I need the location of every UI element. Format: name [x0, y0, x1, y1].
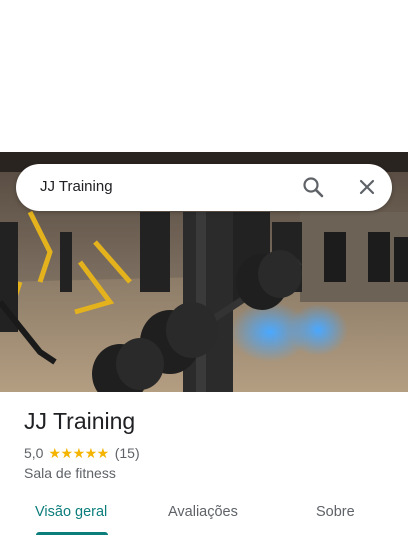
tab-reviews[interactable]: Avaliações	[168, 504, 238, 520]
tab-overview[interactable]: Visão geral	[35, 504, 107, 520]
tab-bar: Visão geral Avaliações Sobre	[0, 496, 408, 536]
close-icon[interactable]	[356, 176, 378, 198]
tab-about[interactable]: Sobre	[316, 504, 355, 520]
search-input[interactable]: JJ Training	[40, 178, 113, 195]
active-tab-indicator	[36, 532, 108, 535]
search-bar[interactable]: JJ Training	[16, 164, 392, 211]
place-title: JJ Training	[24, 408, 136, 434]
search-icon[interactable]	[302, 176, 324, 198]
star-rating-icon: ★★★★★	[48, 444, 109, 461]
place-category: Sala de fitness	[24, 465, 116, 481]
review-count[interactable]: (15)	[115, 445, 140, 461]
rating-row[interactable]: 5,0 ★★★★★ (15)	[24, 444, 140, 462]
rating-value: 5,0	[24, 445, 44, 461]
